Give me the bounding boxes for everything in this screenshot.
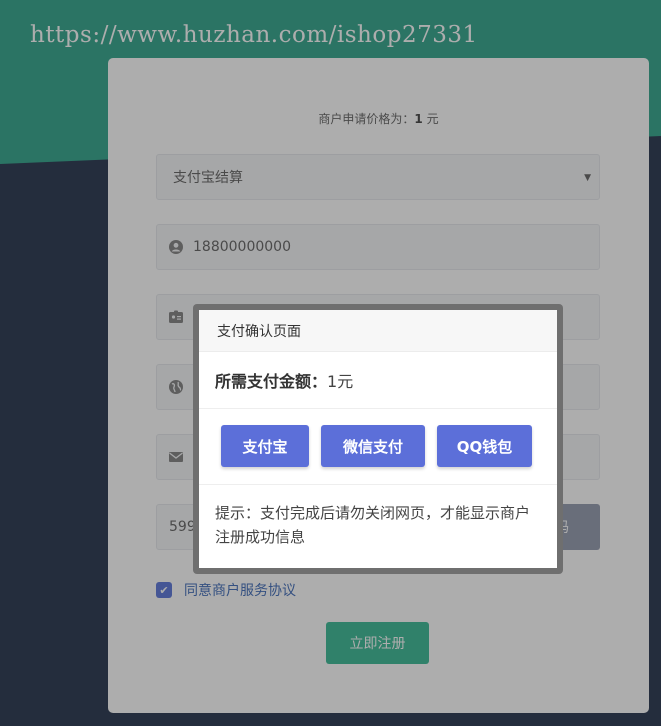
payment-modal-body: 支付确认页面 所需支付金额： 1元 支付宝 微信支付 QQ钱包 提示：支付完成后… <box>199 310 557 568</box>
modal-title: 支付确认页面 <box>199 310 557 352</box>
alipay-button[interactable]: 支付宝 <box>221 425 309 467</box>
wechat-pay-button[interactable]: 微信支付 <box>321 425 425 467</box>
amount-value: 1元 <box>327 372 354 391</box>
payment-modal: 支付确认页面 所需支付金额： 1元 支付宝 微信支付 QQ钱包 提示：支付完成后… <box>193 304 563 574</box>
amount-row: 所需支付金额： 1元 <box>199 352 557 409</box>
pay-buttons-row: 支付宝 微信支付 QQ钱包 <box>199 409 557 485</box>
payment-tip: 提示：支付完成后请勿关闭网页，才能显示商户注册成功信息 <box>215 504 531 546</box>
qq-wallet-button[interactable]: QQ钱包 <box>437 425 532 467</box>
amount-label: 所需支付金额： <box>215 372 328 391</box>
